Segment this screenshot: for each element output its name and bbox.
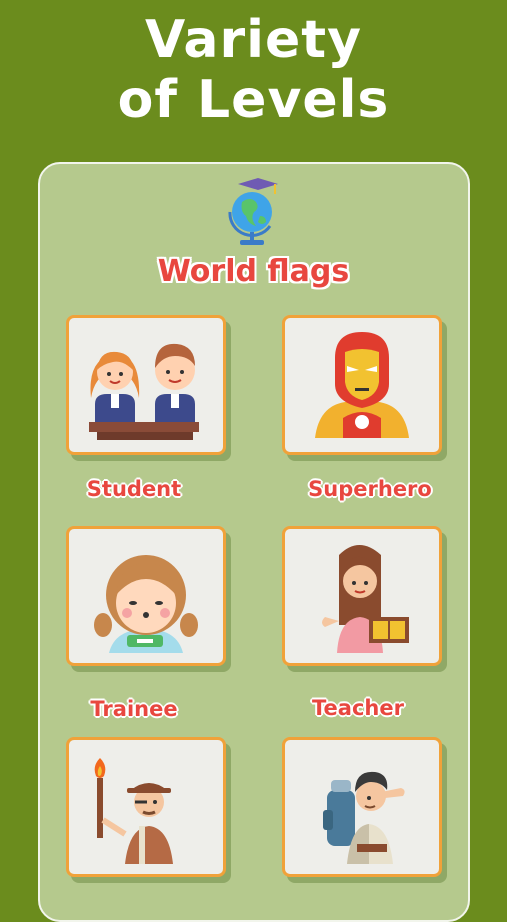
level-label-student: Student	[86, 477, 182, 501]
headline-line2: of Levels	[117, 70, 390, 130]
students-icon	[89, 343, 199, 440]
trainee-icon	[94, 555, 198, 653]
level-label-superhero: Superhero	[308, 477, 432, 501]
teacher-icon	[322, 545, 409, 653]
globe-icon	[228, 178, 278, 245]
level-card-explorer[interactable]	[66, 737, 226, 877]
headline: Variety of Levels	[0, 10, 507, 130]
level-card-teacher[interactable]	[282, 526, 442, 666]
traveler-icon	[323, 771, 405, 864]
level-label-trainee: Trainee	[90, 697, 178, 721]
superhero-icon	[315, 332, 409, 438]
level-card-student[interactable]	[66, 315, 226, 455]
section-title: World flags	[157, 254, 350, 289]
level-card-superhero[interactable]	[282, 315, 442, 455]
level-label-teacher: Teacher	[312, 696, 404, 720]
level-card-trainee[interactable]	[66, 526, 226, 666]
headline-line1: Variety	[145, 10, 362, 70]
explorer-icon	[94, 758, 173, 864]
level-card-traveler[interactable]	[282, 737, 442, 877]
